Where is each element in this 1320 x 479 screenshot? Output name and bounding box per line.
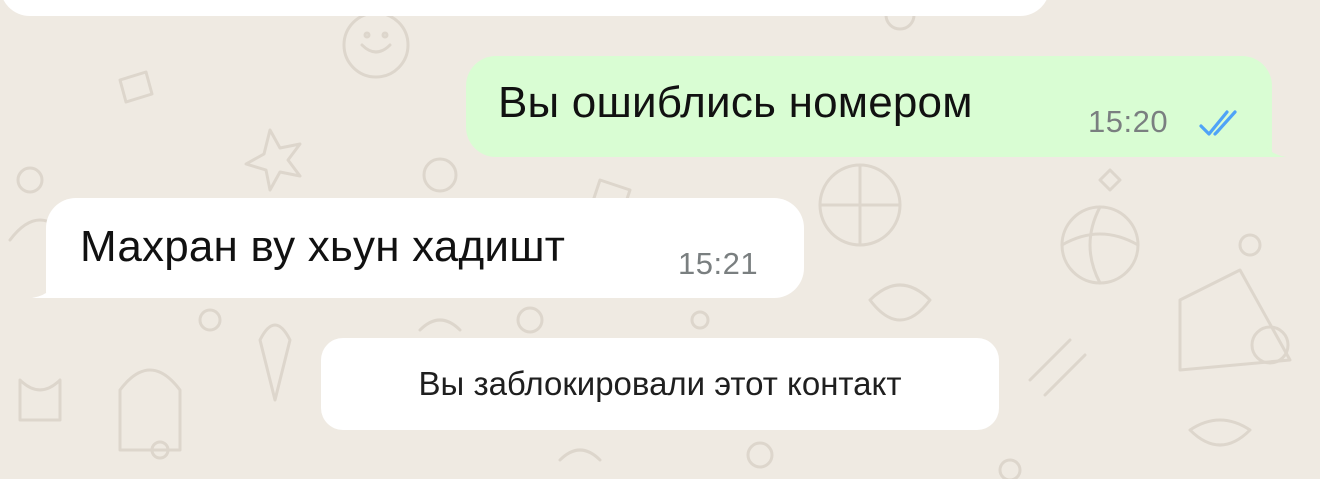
message-bubble-incoming[interactable]: Махран ву хьун хадишт 15:21 (32, 198, 804, 298)
message-timestamp: 15:21 (678, 246, 759, 281)
message-timestamp: 15:20 (1088, 104, 1169, 139)
bubble-tail (32, 272, 58, 298)
message-bubble-previous[interactable] (0, 0, 1050, 16)
double-check-read-icon (1199, 110, 1237, 136)
message-text: Вы ошиблись номером (498, 78, 973, 127)
bubble-tail (1260, 131, 1286, 157)
message-bubble-outgoing[interactable]: Вы ошиблись номером 15:20 (466, 56, 1286, 157)
system-notice-text: Вы заблокировали этот контакт (418, 365, 902, 402)
message-text: Махран ву хьун хадишт (80, 222, 566, 271)
blocked-contact-notice[interactable]: Вы заблокировали этот контакт (321, 338, 999, 430)
